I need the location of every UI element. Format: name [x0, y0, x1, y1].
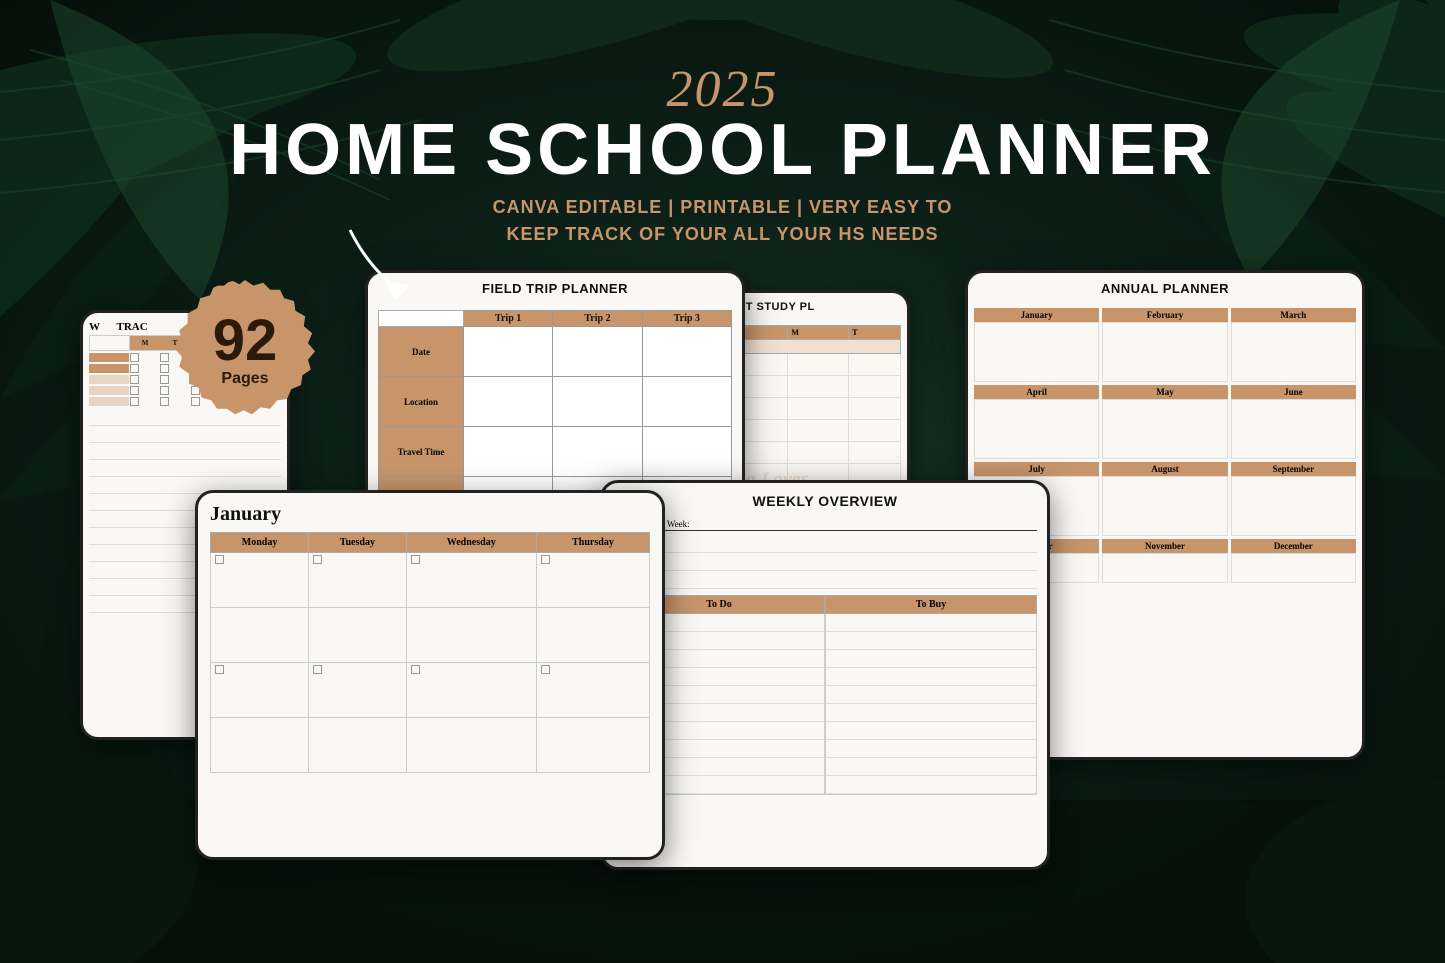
trip-col-2: Trip 2 — [553, 311, 642, 327]
card-january: January Monday Tuesday Wednesday Thursda… — [195, 490, 665, 860]
month-apr-label: April — [974, 385, 1099, 399]
badge-label: Pages — [221, 370, 268, 388]
january-title: January — [210, 503, 650, 526]
us-t-header: T — [849, 326, 901, 340]
us-m-header: M — [788, 326, 849, 340]
tobuy-header: To Buy — [825, 595, 1037, 614]
badge-number: 92 — [213, 312, 278, 370]
annual-month-jun: June — [1231, 385, 1356, 459]
field-trip-title: FIELD TRIP PLANNER — [368, 273, 742, 304]
month-sep-label: September — [1231, 462, 1356, 476]
pages-badge: 92 Pages — [175, 280, 315, 420]
annual-title: ANNUAL PLANNER — [968, 273, 1362, 304]
month-may-label: May — [1102, 385, 1227, 399]
main-title: HOME SCHOOL PLANNER — [0, 114, 1445, 186]
day-monday: Monday — [211, 533, 309, 553]
card-weekly-overview: WEEKLY OVERVIEW Goals For The Week: To D… — [600, 480, 1050, 870]
month-mar-label: March — [1231, 308, 1356, 322]
annual-month-aug: August — [1102, 462, 1227, 536]
annual-month-mar: March — [1231, 308, 1356, 382]
annual-month-nov: November — [1102, 539, 1227, 583]
annual-month-sep: September — [1231, 462, 1356, 536]
row-travel-time: Travel Time — [379, 427, 464, 477]
day-thursday: Thursday — [536, 533, 649, 553]
day-wednesday: Wednesday — [406, 533, 536, 553]
subtitle: CANVA EDITABLE | PRINTABLE | VERY EASY T… — [0, 194, 1445, 248]
day-tuesday: Tuesday — [309, 533, 406, 553]
annual-month-apr: April — [974, 385, 1099, 459]
month-dec-label: December — [1231, 539, 1356, 553]
month-aug-label: August — [1102, 462, 1227, 476]
annual-month-feb: February — [1102, 308, 1227, 382]
month-jul-label: July — [974, 462, 1099, 476]
weekly-title: WEEKLY OVERVIEW — [603, 483, 1047, 513]
hero-section: 2025 HOME SCHOOL PLANNER CANVA EDITABLE … — [0, 60, 1445, 248]
trip-col-1: Trip 1 — [464, 311, 553, 327]
month-jun-label: June — [1231, 385, 1356, 399]
row-location: Location — [379, 377, 464, 427]
month-nov-label: November — [1102, 539, 1227, 553]
annual-month-dec: December — [1231, 539, 1356, 583]
goals-label: Goals For The Week: — [613, 519, 1037, 529]
month-jan-label: January — [974, 308, 1099, 322]
subtitle-line2: KEEP TRACK OF YOUR ALL YOUR HS NEEDS — [506, 224, 938, 244]
month-feb-label: February — [1102, 308, 1227, 322]
row-date: Date — [379, 327, 464, 377]
trip-col-3: Trip 3 — [642, 311, 731, 327]
annual-month-may: May — [1102, 385, 1227, 459]
subtitle-line1: CANVA EDITABLE | PRINTABLE | VERY EASY T… — [493, 197, 953, 217]
annual-month-jan: January — [974, 308, 1099, 382]
